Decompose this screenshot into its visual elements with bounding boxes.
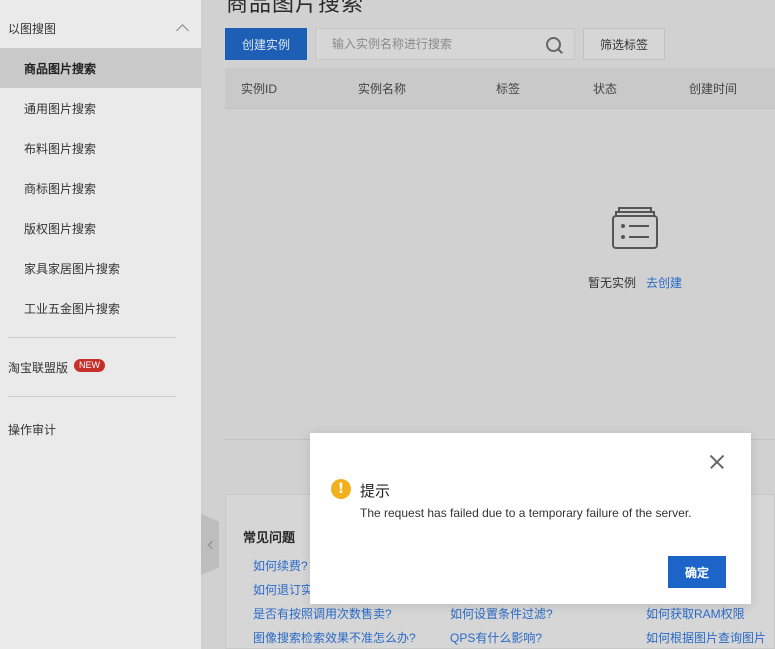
sidebar-divider <box>8 396 176 397</box>
sidebar-item-label: 工业五金图片搜索 <box>24 301 121 316</box>
sidebar: 以图搜图 商品图片搜索 通用图片搜索 布料图片搜索 商标图片搜索 版权图片搜索 … <box>0 0 201 649</box>
empty-state-text: 暂无实例 <box>588 276 637 290</box>
sidebar-item-audit[interactable]: 操作审计 <box>8 421 56 438</box>
dialog-message: The request has failed due to a temporar… <box>360 506 692 520</box>
column-header-id: 实例ID <box>241 82 278 96</box>
sidebar-item-copyright-search[interactable]: 版权图片搜索 <box>0 208 201 248</box>
sidebar-item-product-search[interactable]: 商品图片搜索 <box>0 48 201 88</box>
sidebar-item-trademark-search[interactable]: 商标图片搜索 <box>0 168 201 208</box>
faq-title: 常见问题 <box>243 530 296 545</box>
sidebar-item-taobao[interactable]: 淘宝联盟版 NEW <box>8 359 106 376</box>
sidebar-divider <box>8 337 176 338</box>
sidebar-item-label: 布料图片搜索 <box>24 141 97 156</box>
sidebar-item-furniture-search[interactable]: 家具家居图片搜索 <box>0 248 201 288</box>
close-icon[interactable] <box>708 453 726 471</box>
sidebar-item-label: 家具家居图片搜索 <box>24 261 121 276</box>
search-box <box>315 28 575 60</box>
alert-dialog: ! 提示 The request has failed due to a tem… <box>310 433 751 604</box>
sidebar-item-fabric-search[interactable]: 布料图片搜索 <box>0 128 201 168</box>
faq-link[interactable]: 图像搜索检索效果不准怎么办? <box>253 629 416 646</box>
faq-link[interactable]: 如何根据图片查询图片 <box>646 629 766 646</box>
table-body: 暂无实例 去创建 <box>225 109 775 440</box>
faq-link[interactable]: 是否有按照调用次数售卖? <box>253 605 392 622</box>
faq-link[interactable]: 如何设置条件过滤? <box>450 605 553 622</box>
sidebar-collapse-handle[interactable] <box>201 514 219 575</box>
sidebar-group-label: 以图搜图 <box>8 21 57 36</box>
sidebar-group-image-search[interactable]: 以图搜图 <box>0 9 201 47</box>
column-header-name: 实例名称 <box>358 82 407 96</box>
go-create-link[interactable]: 去创建 <box>646 274 682 291</box>
search-input[interactable] <box>316 29 542 59</box>
page-title: 商品图片搜索 <box>226 0 365 16</box>
chevron-up-icon <box>176 24 189 37</box>
chevron-left-icon <box>207 540 216 549</box>
sidebar-item-label: 通用图片搜索 <box>24 101 97 116</box>
dialog-title: 提示 <box>360 483 391 500</box>
faq-link[interactable]: 如何退订实 <box>253 581 313 598</box>
empty-list-icon <box>612 207 658 249</box>
filter-tags-button[interactable]: 筛选标签 <box>583 28 665 60</box>
column-header-status: 状态 <box>593 82 618 96</box>
sidebar-item-label: 商品图片搜索 <box>24 61 97 76</box>
confirm-button[interactable]: 确定 <box>668 556 726 588</box>
faq-link[interactable]: 如何获取RAM权限 <box>646 605 745 622</box>
warning-icon: ! <box>331 479 351 499</box>
column-header-created: 创建时间 <box>689 82 738 96</box>
faq-link[interactable]: 如何续费? <box>253 557 308 574</box>
sidebar-item-label: 版权图片搜索 <box>24 221 97 236</box>
column-header-tags: 标签 <box>496 82 521 96</box>
faq-link[interactable]: QPS有什么影响? <box>450 629 542 646</box>
sidebar-item-label: 操作审计 <box>8 423 57 437</box>
sidebar-item-general-search[interactable]: 通用图片搜索 <box>0 88 201 128</box>
sidebar-item-label: 淘宝联盟版 <box>8 361 69 375</box>
sidebar-item-label: 商标图片搜索 <box>24 181 97 196</box>
table-header: 实例ID 实例名称 标签 状态 创建时间 <box>225 68 775 109</box>
create-instance-button[interactable]: 创建实例 <box>225 28 307 60</box>
sidebar-item-hardware-search[interactable]: 工业五金图片搜索 <box>0 288 201 328</box>
new-badge: NEW <box>74 359 106 372</box>
search-icon[interactable] <box>542 29 568 59</box>
